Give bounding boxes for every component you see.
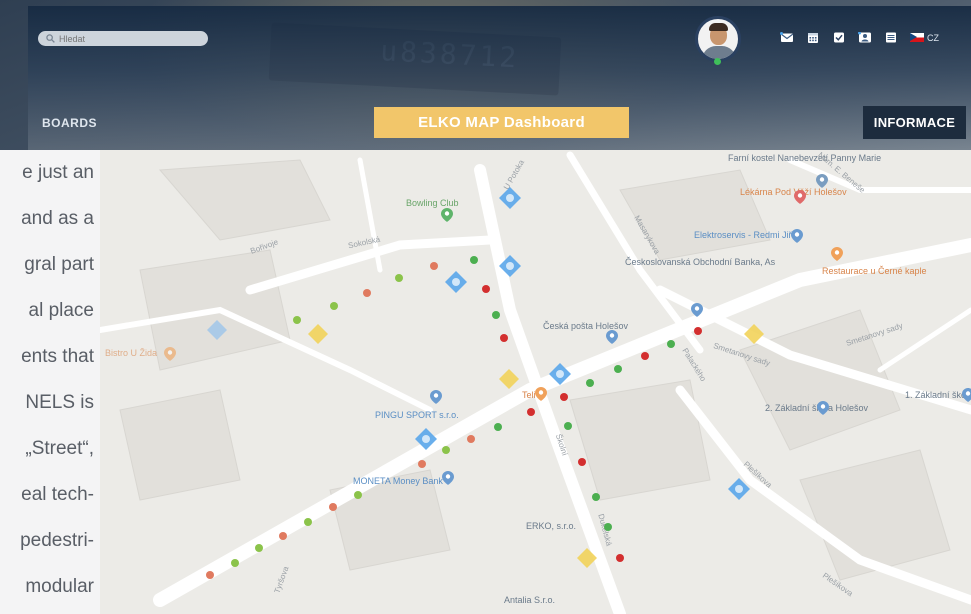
article-line: NELS is [25,392,94,413]
czech-flag-icon [910,33,924,42]
calendar-icon[interactable] [806,32,820,43]
device-markers [207,187,764,568]
article-line: al place [28,300,95,321]
sensor-dots [206,256,702,579]
grid-icon[interactable] [884,32,898,43]
dashboard-title-button[interactable]: ELKO MAP Dashboard [374,107,629,138]
article-line: gral part [24,254,94,275]
checkbox-icon[interactable] [832,32,846,43]
article-line: modular [25,576,94,597]
online-status-dot [714,58,721,65]
article-line: ents that [21,346,94,367]
mail-icon[interactable] [780,32,794,43]
article-line: and as a [21,208,94,229]
dashboard-header: CZ BOARDS ELKO MAP Dashboard INFORMACE [28,6,971,150]
article-line: eal tech- [21,484,94,505]
article-line: pedestri- [20,530,94,551]
map-view[interactable]: Bowling Club Elektroservis - Redmi Jiří … [100,150,971,614]
article-line: e just an [22,162,94,183]
language-switch[interactable]: CZ [910,33,939,43]
avatar[interactable] [695,16,741,62]
users-icon[interactable] [858,32,872,43]
search-box[interactable] [38,31,208,46]
article-line: „Street“, [25,438,94,459]
language-label: CZ [927,32,939,43]
sensor-overlay [206,187,764,579]
toolbar-icons: CZ [780,32,939,43]
article-text: e just an and as a gral part al place en… [0,150,100,614]
search-input[interactable] [59,33,199,44]
boards-link[interactable]: BOARDS [42,116,97,130]
informace-button[interactable]: INFORMACE [863,106,966,139]
search-icon [46,34,55,43]
